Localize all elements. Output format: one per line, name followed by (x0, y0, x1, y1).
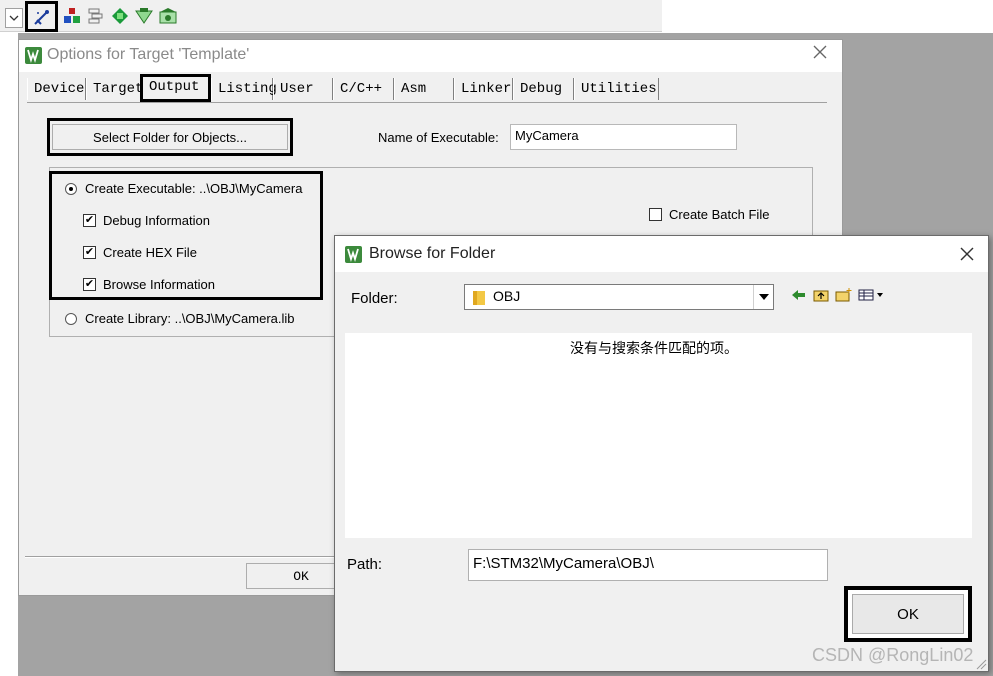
tab-listing[interactable]: Listing (211, 78, 277, 100)
toolbar (0, 0, 662, 32)
create-hex-checkbox[interactable]: ✔ (83, 246, 96, 259)
up-folder-icon (813, 290, 829, 302)
folder-combobox[interactable]: OBJ (464, 284, 774, 310)
select-folder-button[interactable]: Select Folder for Objects... (52, 124, 288, 150)
browse-titlebar: Browse for Folder (335, 236, 988, 272)
close-icon (813, 45, 827, 59)
browse-information-label: Browse Information (103, 277, 215, 292)
file-extensions-icon (88, 8, 103, 24)
create-executable-radio[interactable] (65, 183, 77, 195)
path-label: Path: (347, 556, 383, 573)
close-icon (960, 247, 974, 261)
debug-information-checkbox[interactable]: ✔ (83, 214, 96, 227)
name-of-executable-input[interactable]: MyCamera (510, 124, 737, 150)
chevron-down-icon (758, 294, 769, 300)
browse-for-folder-dialog: Browse for Folder Folder: OBJ 没有与搜索条件匹配的… (334, 235, 989, 672)
tab-utilities[interactable]: Utilities (574, 78, 659, 100)
run-time-environment-button[interactable] (157, 5, 179, 27)
up-folder-button[interactable] (811, 285, 831, 305)
name-of-executable-label: Name of Executable: (378, 130, 499, 145)
tab-panel-border (27, 102, 827, 103)
browse-information-checkbox[interactable]: ✔ (83, 278, 96, 291)
select-packs-icon (112, 8, 128, 24)
browse-ok-button[interactable]: OK (852, 594, 964, 634)
options-dialog-title: Options for Target 'Template' (47, 46, 250, 63)
pack-installer-icon (135, 8, 153, 24)
tab-debug[interactable]: Debug (513, 78, 574, 100)
tab-c-cpp[interactable]: C/C++ (333, 78, 394, 100)
target-dropdown-arrow[interactable] (5, 8, 23, 28)
browse-dialog-title: Browse for Folder (369, 245, 496, 262)
tab-device[interactable]: Device (27, 78, 86, 100)
run-time-environment-icon (159, 8, 177, 24)
options-titlebar: Options for Target 'Template' (19, 40, 842, 72)
keil-app-icon (25, 47, 42, 64)
pack-installer-button[interactable] (133, 5, 155, 27)
select-folder-highlight: Select Folder for Objects... (47, 118, 293, 156)
folder-icon (473, 291, 485, 305)
new-folder-icon (835, 288, 852, 302)
create-library-radio[interactable] (65, 313, 77, 325)
browse-ok-highlight: OK (844, 586, 972, 642)
create-batch-file-label: Create Batch File (669, 207, 770, 222)
folder-list-view[interactable]: 没有与搜索条件匹配的项。 (345, 333, 972, 538)
debug-information-label: Debug Information (103, 213, 210, 228)
view-menu-icon (858, 289, 883, 301)
create-batch-file-checkbox[interactable] (649, 208, 662, 221)
empty-search-message: 没有与搜索条件匹配的项。 (570, 341, 738, 357)
options-for-target-button[interactable] (25, 1, 58, 32)
tab-output[interactable]: Output (140, 74, 211, 102)
view-menu-button[interactable] (857, 285, 887, 305)
new-folder-button[interactable] (834, 285, 854, 305)
file-extensions-button[interactable] (85, 5, 107, 27)
options-for-target-icon (33, 9, 49, 25)
select-packs-button[interactable] (109, 5, 131, 27)
create-executable-label: Create Executable: ..\OBJ\MyCamera (85, 181, 303, 196)
create-hex-label: Create HEX File (103, 245, 197, 260)
create-library-label: Create Library: ..\OBJ\MyCamera.lib (85, 311, 295, 326)
folder-value: OBJ (493, 288, 521, 304)
folder-dropdown-arrow[interactable] (753, 285, 773, 309)
tab-target[interactable]: Target (86, 78, 143, 100)
options-close-button[interactable] (812, 43, 828, 66)
chevron-down-icon (9, 15, 19, 21)
back-button[interactable] (789, 285, 809, 305)
manage-components-button[interactable] (61, 5, 83, 27)
manage-components-icon (64, 8, 80, 23)
resize-grip-icon[interactable] (975, 658, 987, 670)
back-arrow-icon (792, 290, 805, 300)
tab-asm[interactable]: Asm (394, 78, 454, 100)
browse-close-button[interactable] (959, 246, 975, 265)
tab-linker[interactable]: Linker (454, 78, 513, 100)
options-tab-strip: Device Target Output Listing User C/C++ … (27, 74, 672, 102)
path-input[interactable]: F:\STM32\MyCamera\OBJ\ (468, 549, 828, 581)
tab-user[interactable]: User (273, 78, 333, 100)
folder-label: Folder: (351, 290, 398, 307)
desktop-left-strip (0, 33, 18, 676)
keil-app-icon (345, 246, 362, 263)
watermark: CSDN @RongLin02 (812, 645, 974, 665)
